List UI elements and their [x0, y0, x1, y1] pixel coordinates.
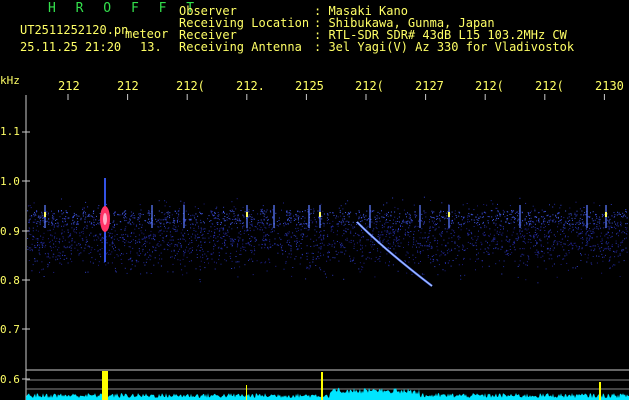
x-tick-label: 212 — [58, 79, 80, 93]
x-tick-label: 2127 — [415, 79, 444, 93]
spectrum-peak — [246, 385, 247, 400]
x-tick-label: 212. — [236, 79, 265, 93]
noise-band — [27, 196, 628, 284]
spectrum-peak — [321, 372, 323, 400]
meteor-burst — [100, 178, 110, 262]
y-tick-label: 1.1 — [0, 125, 20, 138]
x-tick-label: 212( — [475, 79, 504, 93]
x-axis-ticks — [67, 94, 605, 100]
filename: UT2511252120.pn — [20, 23, 129, 37]
mode-label: meteor — [125, 27, 169, 41]
x-tick-label: 212( — [355, 79, 384, 93]
meteor-flashes — [44, 205, 607, 228]
y-tick-label: 0.9 — [0, 225, 20, 238]
event-count: 13. — [140, 40, 162, 54]
datetime: 25.11.25 21:20 — [20, 40, 122, 54]
y-tick-label: 0.8 — [0, 274, 20, 287]
spectrum-peak — [599, 382, 601, 400]
spectrogram-plot — [22, 94, 629, 400]
y-tick-label: 0.6 — [0, 373, 20, 386]
spectrum-peak — [102, 371, 108, 400]
y-tick-label: 1.0 — [0, 175, 20, 188]
y-tick-label: 0.7 — [0, 323, 20, 336]
x-tick-label: 2125 — [295, 79, 324, 93]
station-name: H R O F F T — [48, 1, 201, 16]
antenna-label: Receiving Antenna — [179, 40, 302, 54]
antenna-value: : 3el Yagi(V) Az 330 for Vladivostok — [314, 40, 575, 54]
x-tick-label: 212( — [535, 79, 564, 93]
x-tick-label: 212( — [176, 79, 205, 93]
y-axis-unit: kHz — [0, 74, 20, 87]
x-tick-label: 2130 — [595, 79, 624, 93]
x-tick-label: 212 — [117, 79, 139, 93]
